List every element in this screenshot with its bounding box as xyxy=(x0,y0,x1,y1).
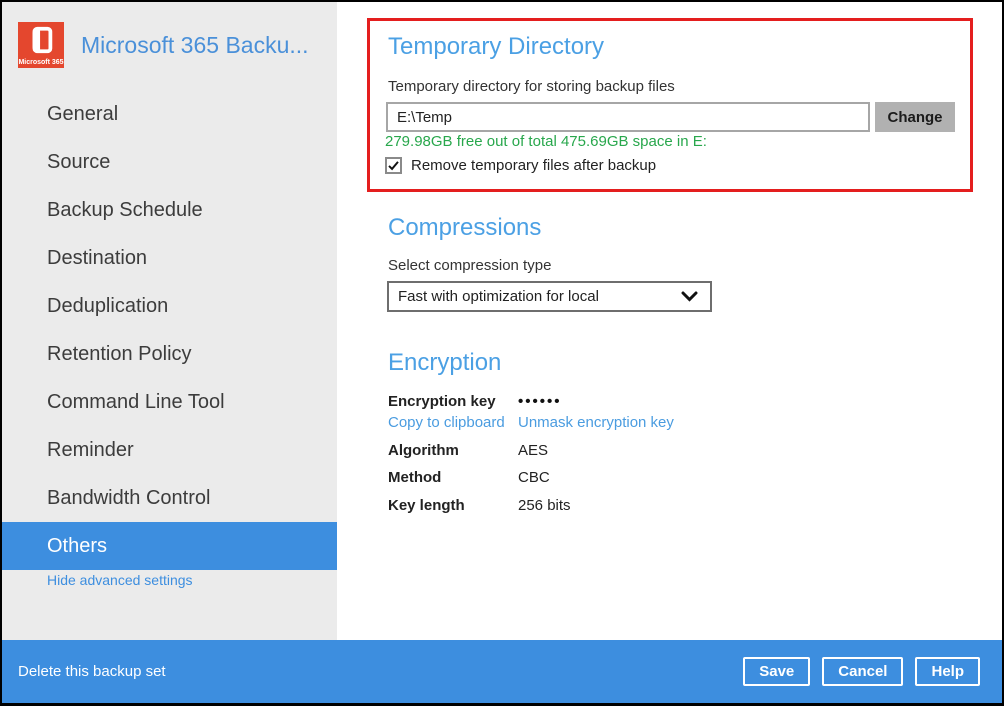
copy-to-clipboard-link[interactable]: Copy to clipboard xyxy=(388,414,518,431)
algorithm-value: AES xyxy=(518,442,548,459)
settings-nav: General Source Backup Schedule Destinati… xyxy=(2,90,337,570)
encryption-key-row: Encryption key •••••• xyxy=(388,393,562,410)
change-button[interactable]: Change xyxy=(875,102,955,132)
method-row: Method CBC xyxy=(388,469,550,486)
logo-caption: Microsoft 365 xyxy=(18,59,64,66)
unmask-encryption-key-link[interactable]: Unmask encryption key xyxy=(518,414,674,431)
temporary-directory-heading: Temporary Directory xyxy=(388,33,604,61)
method-value: CBC xyxy=(518,469,550,486)
microsoft-365-logo-icon: Microsoft 365 xyxy=(18,22,64,68)
sidebar-item-command-line-tool[interactable]: Command Line Tool xyxy=(2,378,337,426)
hide-advanced-settings-link[interactable]: Hide advanced settings xyxy=(47,572,193,588)
encryption-heading: Encryption xyxy=(388,349,501,377)
key-length-row: Key length 256 bits xyxy=(388,497,571,514)
remove-temp-files-label: Remove temporary files after backup xyxy=(411,157,656,174)
encryption-key-links-row: Copy to clipboard Unmask encryption key xyxy=(388,414,674,431)
remove-temp-files-checkbox[interactable] xyxy=(385,157,402,174)
footer-action-bar: Delete this backup set Save Cancel Help xyxy=(2,640,1002,703)
sidebar-item-bandwidth-control[interactable]: Bandwidth Control xyxy=(2,474,337,522)
compressions-heading: Compressions xyxy=(388,214,541,242)
sidebar-item-retention-policy[interactable]: Retention Policy xyxy=(2,330,337,378)
cancel-button[interactable]: Cancel xyxy=(822,657,903,686)
algorithm-label: Algorithm xyxy=(388,442,518,459)
chevron-down-icon xyxy=(681,291,698,302)
sidebar-item-general[interactable]: General xyxy=(2,90,337,138)
sidebar-item-reminder[interactable]: Reminder xyxy=(2,426,337,474)
encryption-key-label: Encryption key xyxy=(388,393,518,410)
save-button[interactable]: Save xyxy=(743,657,810,686)
encryption-key-masked-value: •••••• xyxy=(518,393,562,410)
help-button[interactable]: Help xyxy=(915,657,980,686)
delete-backup-set-link[interactable]: Delete this backup set xyxy=(18,663,166,680)
sidebar-item-deduplication[interactable]: Deduplication xyxy=(2,282,337,330)
checkmark-icon xyxy=(387,159,400,172)
temp-dir-field-label: Temporary directory for storing backup f… xyxy=(388,78,675,95)
sidebar: Microsoft 365 Microsoft 365 Backu... Gen… xyxy=(2,2,337,640)
disk-space-info: 279.98GB free out of total 475.69GB spac… xyxy=(385,133,707,150)
temp-dir-path-input[interactable] xyxy=(386,102,870,132)
key-length-value: 256 bits xyxy=(518,497,571,514)
compression-type-value: Fast with optimization for local xyxy=(398,288,599,305)
sidebar-item-source[interactable]: Source xyxy=(2,138,337,186)
sidebar-item-destination[interactable]: Destination xyxy=(2,234,337,282)
backup-set-title: Microsoft 365 Backu... xyxy=(81,32,309,59)
method-label: Method xyxy=(388,469,518,486)
settings-panel: Temporary Directory Temporary directory … xyxy=(337,2,1002,640)
app-window: Microsoft 365 Microsoft 365 Backu... Gen… xyxy=(0,0,1004,706)
remove-temp-files-row: Remove temporary files after backup xyxy=(385,157,656,174)
sidebar-item-others[interactable]: Others xyxy=(2,522,337,570)
brand-header: Microsoft 365 Microsoft 365 Backu... xyxy=(18,22,309,68)
compression-type-label: Select compression type xyxy=(388,257,551,274)
key-length-label: Key length xyxy=(388,497,518,514)
footer-buttons: Save Cancel Help xyxy=(743,657,980,686)
algorithm-row: Algorithm AES xyxy=(388,442,548,459)
office-o-glyph-icon xyxy=(26,24,56,56)
sidebar-item-backup-schedule[interactable]: Backup Schedule xyxy=(2,186,337,234)
compression-type-dropdown[interactable]: Fast with optimization for local xyxy=(387,281,712,312)
